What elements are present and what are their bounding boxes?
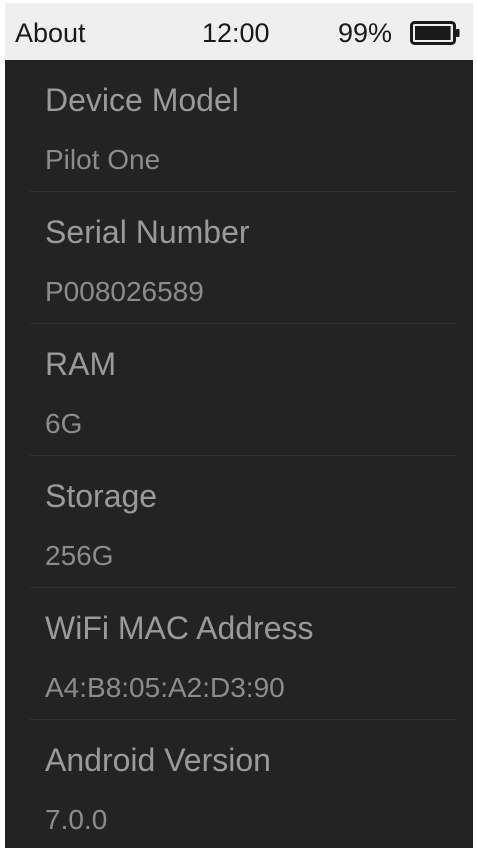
- about-screen: About 12:00 99% Device Model Pilot One S…: [5, 3, 473, 848]
- info-label: WiFi MAC Address: [45, 610, 314, 646]
- info-item-storage: Storage 256G: [5, 456, 473, 588]
- info-item-serial-number: Serial Number P008026589: [5, 192, 473, 324]
- info-item-device-model: Device Model Pilot One: [5, 60, 473, 192]
- info-item-android-version: Android Version 7.0.0: [5, 720, 473, 848]
- info-label: Android Version: [45, 742, 271, 778]
- about-list: Device Model Pilot One Serial Number P00…: [5, 60, 473, 848]
- battery-percentage: 99%: [338, 18, 393, 48]
- info-value: Pilot One: [45, 144, 161, 175]
- info-item-ram: RAM 6G: [5, 324, 473, 456]
- info-value: P008026589: [45, 276, 204, 307]
- status-bar: About 12:00 99%: [5, 3, 473, 60]
- info-label: Device Model: [45, 82, 239, 118]
- page-title: About: [15, 18, 86, 48]
- info-value: 7.0.0: [45, 804, 108, 835]
- battery-icon: [410, 21, 460, 45]
- info-label: Storage: [45, 478, 158, 514]
- info-label: RAM: [45, 346, 117, 382]
- status-time: 12:00: [202, 18, 270, 48]
- info-label: Serial Number: [45, 214, 250, 250]
- info-item-wifi-mac-address: WiFi MAC Address A4:B8:05:A2:D3:90: [5, 588, 473, 720]
- info-value: 256G: [45, 540, 114, 571]
- info-value: A4:B8:05:A2:D3:90: [45, 672, 285, 703]
- info-value: 6G: [45, 408, 83, 439]
